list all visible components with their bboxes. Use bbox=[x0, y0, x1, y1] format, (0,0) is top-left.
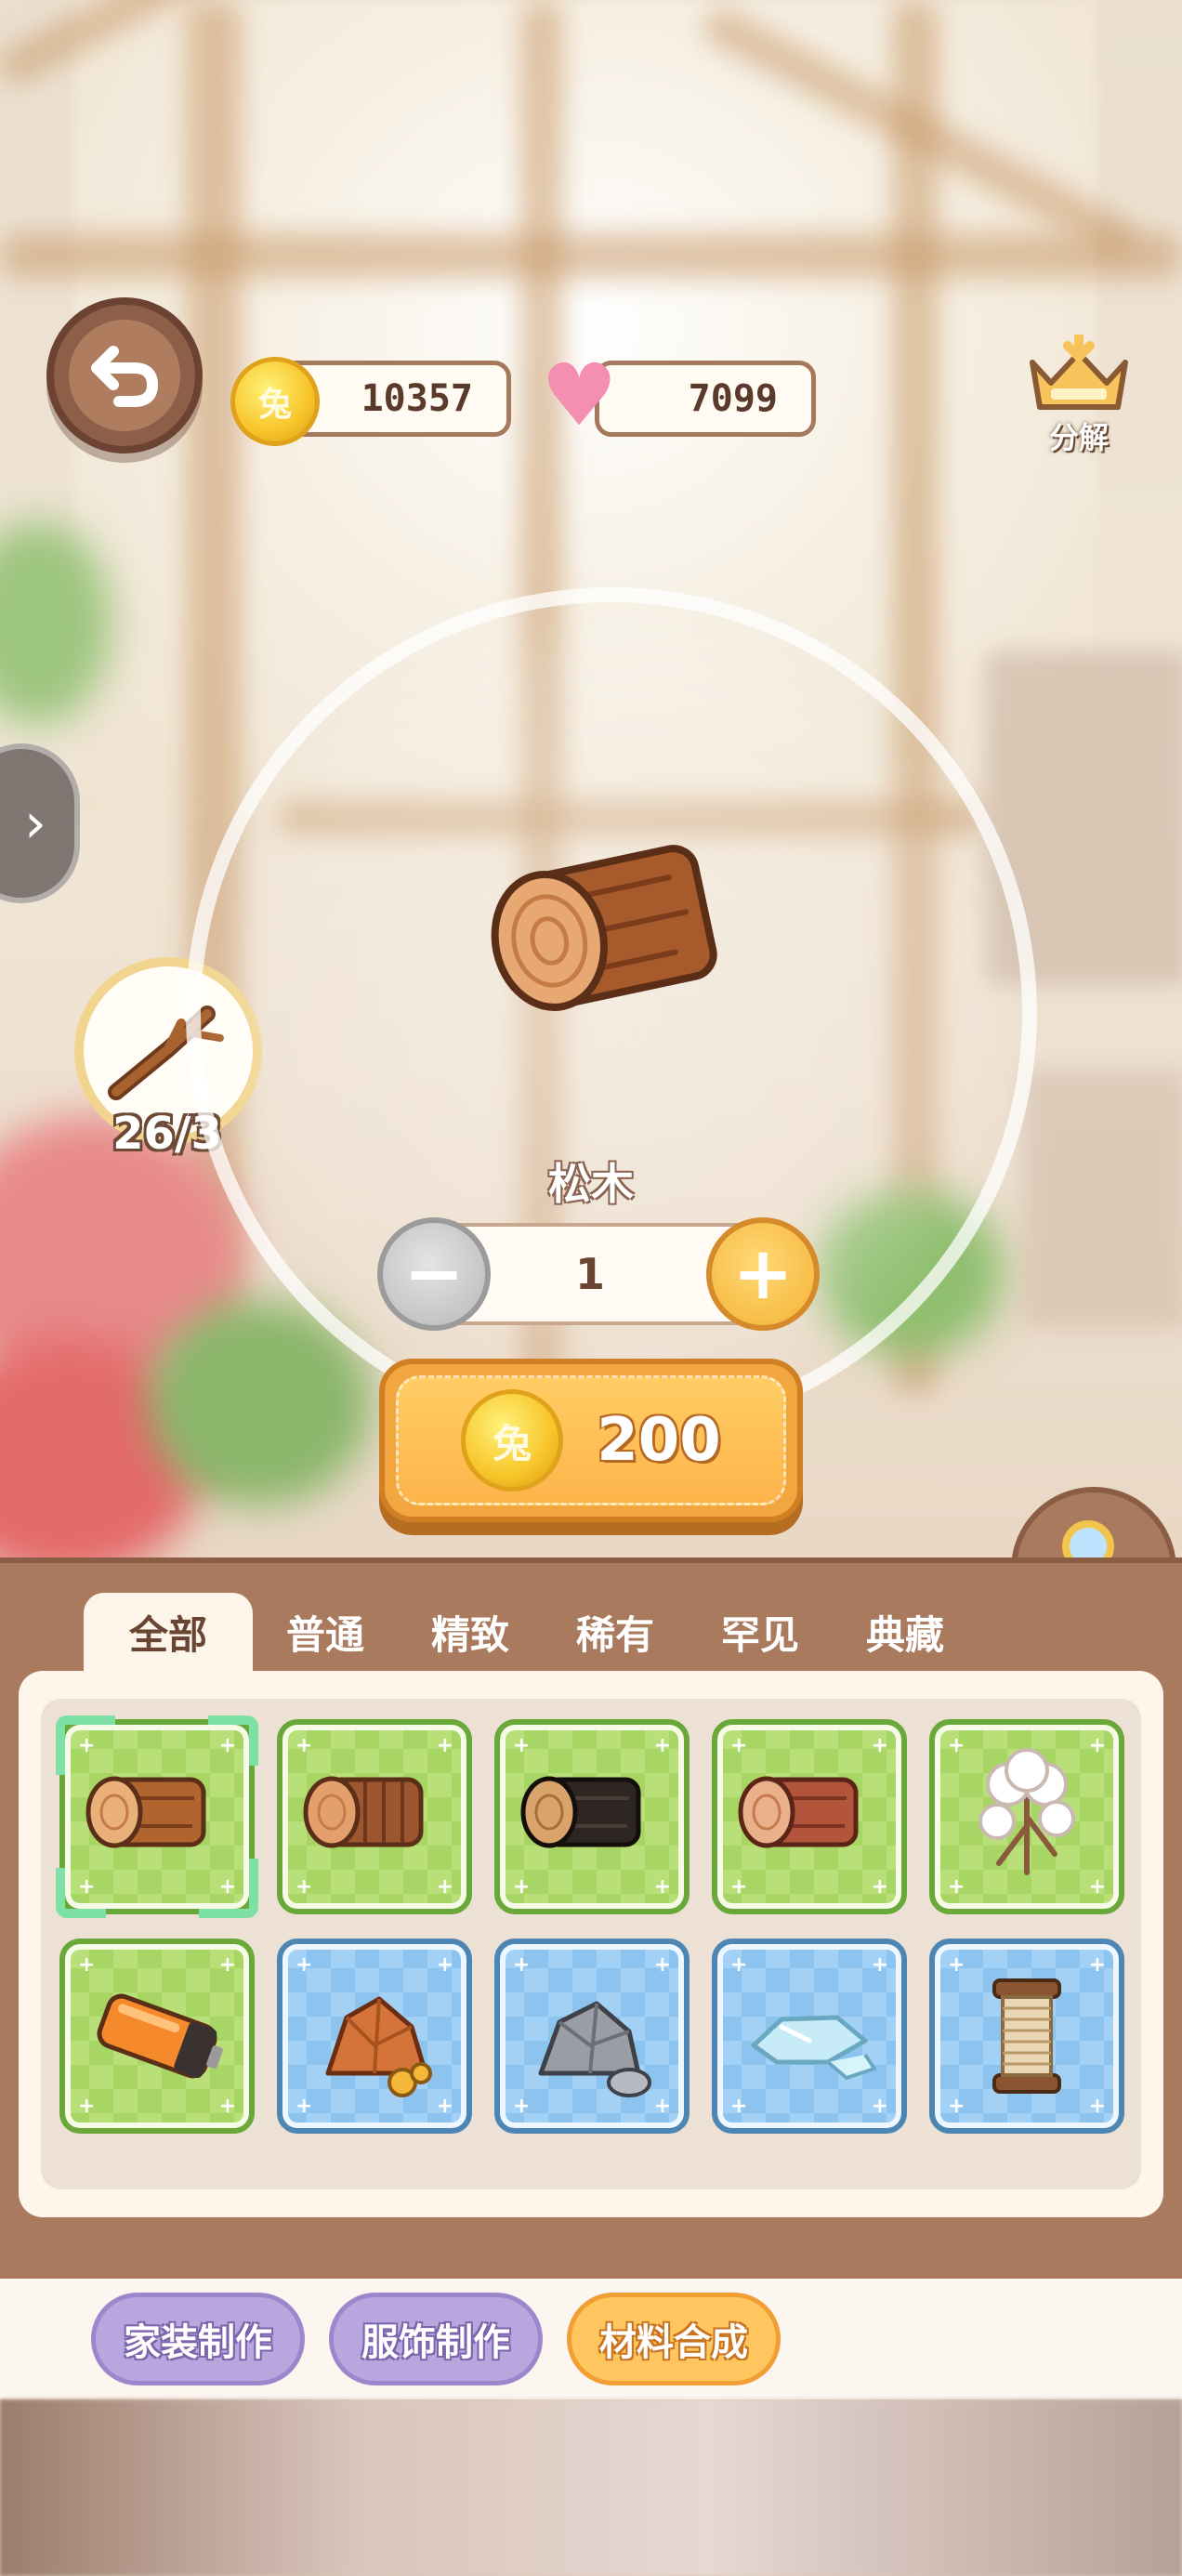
crown-icon bbox=[1030, 335, 1128, 410]
selection-corner bbox=[208, 1715, 258, 1766]
material-synthesis-label: 材料合成 bbox=[599, 2321, 748, 2364]
sparkle-icon: + bbox=[513, 2095, 531, 2118]
sparkle-icon: + bbox=[436, 1875, 453, 1899]
stone-icon bbox=[538, 2001, 651, 2097]
ice-crystal-icon bbox=[751, 2015, 876, 2080]
item-slot-0[interactable]: + + + + bbox=[56, 1715, 258, 1918]
sparkle-icon: + bbox=[1088, 2095, 1106, 2118]
sparkle-icon: + bbox=[653, 1953, 671, 1977]
clothing-craft-tab[interactable]: 服饰制作 bbox=[329, 2293, 543, 2385]
sparkle-icon: + bbox=[513, 1875, 531, 1899]
sparkle-icon: + bbox=[78, 2095, 96, 2118]
pine-log-icon bbox=[491, 845, 717, 1011]
sparkle-icon: + bbox=[296, 1875, 313, 1899]
thread-spool-icon bbox=[992, 1978, 1061, 2094]
item-slot-6[interactable]: + + + + bbox=[277, 1939, 472, 2134]
sparkle-icon: + bbox=[948, 1875, 965, 1899]
back-button[interactable] bbox=[46, 297, 203, 453]
decrease-button[interactable]: − bbox=[377, 1217, 491, 1331]
item-slot-5[interactable]: + + + + bbox=[59, 1939, 255, 2134]
item-slot-4[interactable]: + + + + bbox=[929, 1719, 1124, 1914]
sparkle-icon: + bbox=[871, 1953, 888, 1977]
sparkle-icon: + bbox=[871, 1734, 888, 1757]
material-synthesis-tab[interactable]: 材料合成 bbox=[567, 2293, 781, 2385]
battery-icon bbox=[97, 1993, 223, 2079]
dark-log-icon bbox=[520, 1776, 641, 1848]
sparkle-icon: + bbox=[871, 1875, 888, 1899]
item-slot-8[interactable]: + + + + bbox=[712, 1939, 907, 2134]
heart-counter: 7099 bbox=[595, 361, 816, 437]
selection-corner bbox=[56, 1868, 106, 1918]
item-grid-container: + + + + + + + + + + + + + + + + + + + + + + + + + + + + + + + + + + + + + + + + bbox=[19, 1671, 1163, 2217]
sparkle-icon: + bbox=[1088, 1953, 1106, 1977]
clothing-craft-label: 服饰制作 bbox=[361, 2321, 510, 2364]
rarity-tabs: 全部 普通 精致 稀有 罕见 典藏 bbox=[84, 1593, 978, 1671]
sparkle-icon: + bbox=[218, 2095, 236, 2118]
sparkle-icon: + bbox=[513, 1734, 531, 1757]
sparkle-icon: + bbox=[653, 2095, 671, 2118]
striped-log-icon bbox=[303, 1776, 424, 1848]
chevron-right-icon: › bbox=[24, 791, 46, 856]
bottom-nav: 家装制作 服饰制作 材料合成 bbox=[0, 2279, 1182, 2399]
sparkle-icon: + bbox=[513, 1953, 531, 1977]
sparkle-icon: + bbox=[1088, 1875, 1106, 1899]
decompose-label: 分解 bbox=[1048, 420, 1109, 455]
item-slot-3[interactable]: + + + + bbox=[712, 1719, 907, 1914]
sparkle-icon: + bbox=[948, 2095, 965, 2118]
craft-buy-button[interactable]: 兔 200 bbox=[379, 1359, 803, 1522]
sparkle-icon: + bbox=[1088, 1734, 1106, 1757]
tab-3[interactable]: 稀有 bbox=[543, 1593, 688, 1671]
item-slot-9[interactable]: + + + + bbox=[929, 1939, 1124, 2134]
sparkle-icon: + bbox=[730, 1734, 748, 1757]
heart-amount: 7099 bbox=[688, 377, 778, 420]
furniture-craft-tab[interactable]: 家装制作 bbox=[91, 2293, 305, 2385]
decompose-button[interactable]: 分解 bbox=[1009, 335, 1149, 474]
sparkle-icon: + bbox=[653, 1875, 671, 1899]
sparkle-icon: + bbox=[296, 1734, 313, 1757]
sparkle-icon: + bbox=[218, 1875, 236, 1899]
sparkle-icon: + bbox=[78, 1953, 96, 1977]
heart-icon: ♥ bbox=[541, 346, 618, 445]
coin-amount: 10357 bbox=[361, 377, 473, 420]
bottom-scenery bbox=[0, 2399, 1182, 2576]
copper-ore-icon bbox=[325, 1996, 432, 2097]
minus-icon: − bbox=[403, 1232, 465, 1316]
cotton-icon bbox=[978, 1748, 1075, 1875]
item-slot-1[interactable]: + + + + bbox=[277, 1719, 472, 1914]
increase-button[interactable]: + bbox=[706, 1217, 820, 1331]
tab-4[interactable]: 罕见 bbox=[688, 1593, 833, 1671]
sparkle-icon: + bbox=[296, 1953, 313, 1977]
sparkle-icon: + bbox=[653, 1734, 671, 1757]
sparkle-icon: + bbox=[78, 1734, 96, 1757]
sparkle-icon: + bbox=[948, 1953, 965, 1977]
tab-1[interactable]: 普通 bbox=[253, 1593, 398, 1671]
sparkle-icon: + bbox=[730, 1953, 748, 1977]
tab-2[interactable]: 精致 bbox=[398, 1593, 543, 1671]
item-slot-2[interactable]: + + + + bbox=[494, 1719, 690, 1914]
red-log-icon bbox=[738, 1776, 859, 1848]
sparkle-icon: + bbox=[296, 2095, 313, 2118]
item-grid: + + + + + + + + + + + + + + + + + + + + + + + + + + + + + + + + + + + + + + + + bbox=[41, 1699, 1141, 2189]
side-expand-button[interactable]: › bbox=[0, 743, 80, 903]
tab-5[interactable]: 典藏 bbox=[833, 1593, 978, 1671]
price-label: 200 bbox=[597, 1406, 721, 1475]
quantity-value: 1 bbox=[574, 1249, 605, 1299]
coin-icon: 兔 bbox=[230, 357, 320, 446]
sparkle-icon: + bbox=[436, 1953, 453, 1977]
item-name: 松木 bbox=[548, 1159, 634, 1209]
furniture-craft-label: 家装制作 bbox=[124, 2321, 272, 2364]
sparkle-icon: + bbox=[730, 1875, 748, 1899]
sparkle-icon: + bbox=[218, 1953, 236, 1977]
sparkle-icon: + bbox=[730, 2095, 748, 2118]
coin-icon: 兔 bbox=[461, 1389, 564, 1492]
back-arrow-icon bbox=[91, 346, 159, 407]
sparkle-icon: + bbox=[871, 2095, 888, 2118]
plus-icon: + bbox=[732, 1232, 794, 1316]
item-slot-7[interactable]: + + + + bbox=[494, 1939, 690, 2134]
sparkle-icon: + bbox=[436, 2095, 453, 2118]
tab-0[interactable]: 全部 bbox=[84, 1593, 253, 1671]
sparkle-icon: + bbox=[436, 1734, 453, 1757]
sparkle-icon: + bbox=[948, 1734, 965, 1757]
